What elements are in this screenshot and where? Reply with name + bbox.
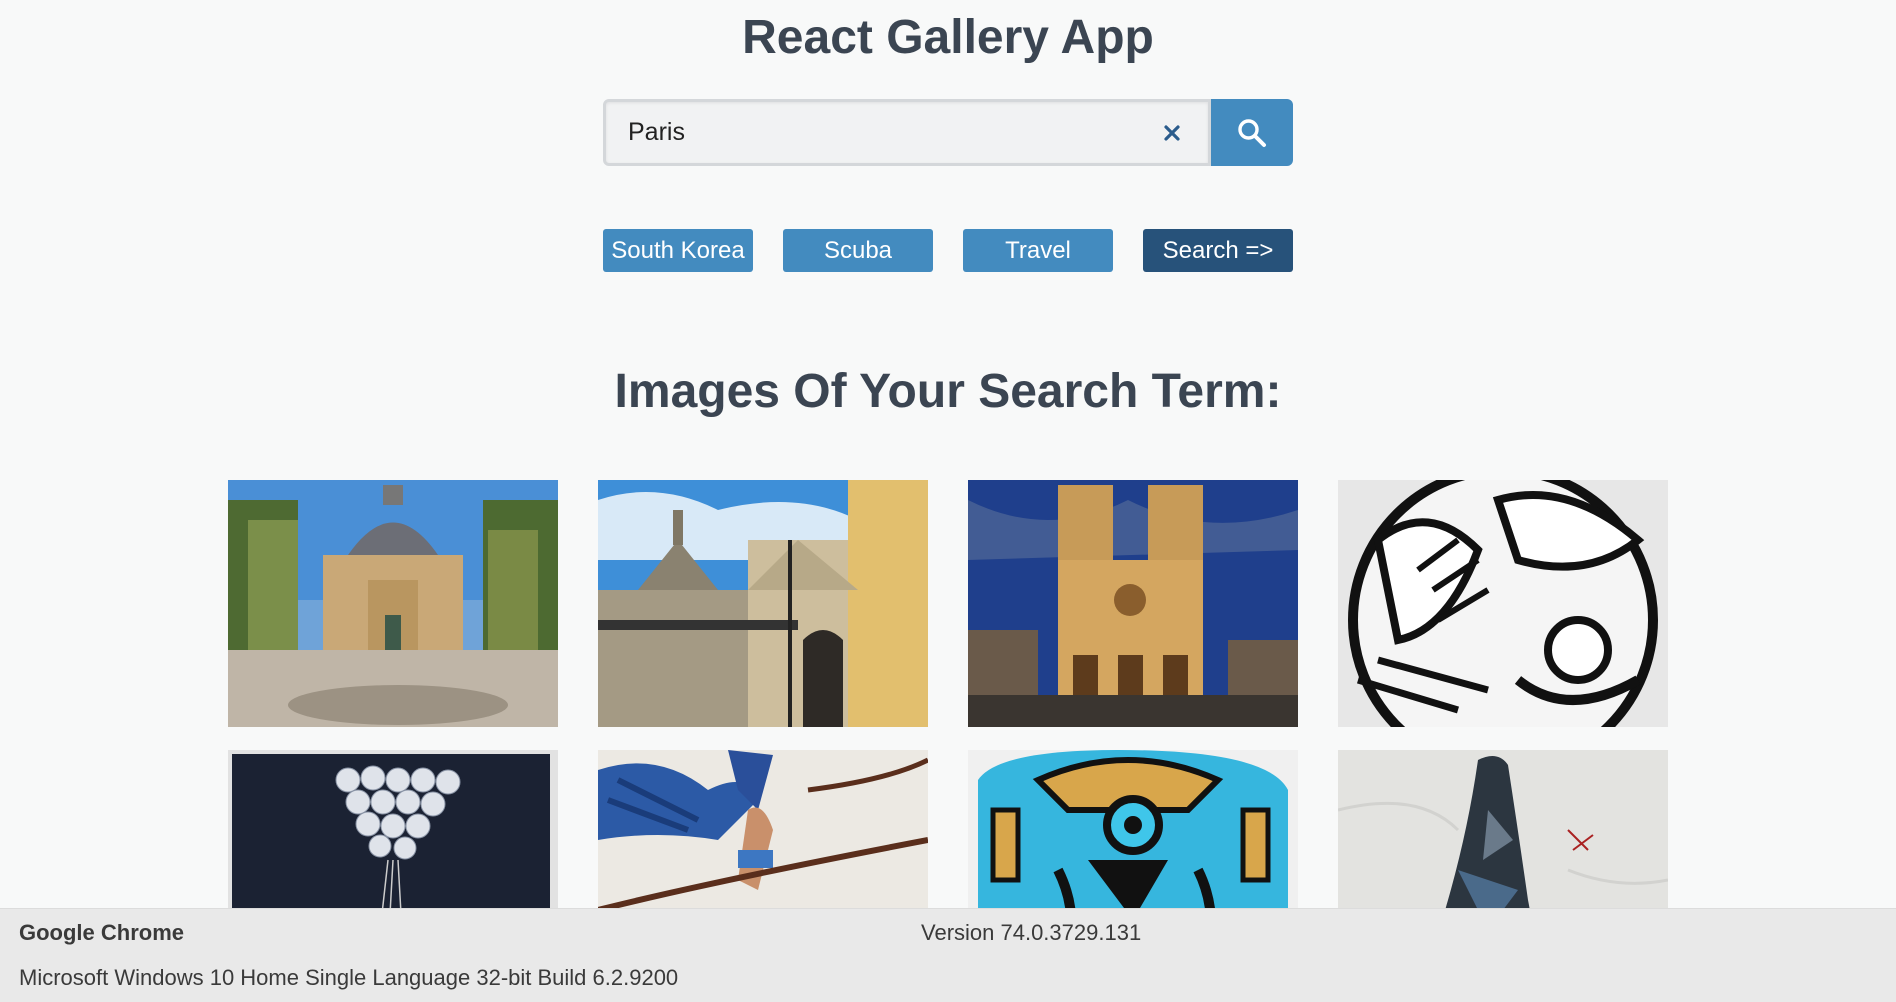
search-icon: [1238, 118, 1266, 147]
gallery-image[interactable]: [968, 480, 1298, 727]
blue-bird-graffiti-photo: [968, 750, 1298, 908]
stencil-figure-art-photo: [1338, 750, 1668, 908]
church-street-photo: [598, 480, 928, 727]
browser-name: Google Chrome: [19, 920, 185, 945]
topic-nav: South Korea Scuba Travel Search =>: [603, 229, 1293, 273]
gallery-image[interactable]: [598, 480, 928, 727]
gallery-image[interactable]: [598, 750, 928, 908]
app-title: React Gallery App: [742, 11, 1154, 64]
icarus-eagle-mural-photo: [598, 750, 928, 908]
tag-scuba[interactable]: Scuba: [783, 229, 933, 272]
tag-search[interactable]: Search =>: [1143, 229, 1293, 272]
gallery-image[interactable]: [228, 750, 558, 908]
black-white-mural-photo: [1338, 480, 1668, 727]
browser-version: Version 74.0.3729.131: [921, 920, 1142, 945]
results-heading: Images Of Your Search Term:: [614, 365, 1282, 418]
gallery-image[interactable]: [968, 750, 1298, 908]
system-info-bar: Google Chrome Version 74.0.3729.131 Micr…: [0, 908, 1896, 1002]
search-field: [603, 99, 1211, 166]
tag-travel[interactable]: Travel: [963, 229, 1113, 272]
tag-south-korea[interactable]: South Korea: [603, 229, 753, 272]
gallery-app: React Gallery App South Korea Scuba Trav…: [0, 0, 1896, 908]
os-info: Microsoft Windows 10 Home Single Languag…: [19, 965, 679, 990]
search-input[interactable]: [628, 102, 1128, 163]
balloons-street-art-photo: [228, 750, 558, 908]
notre-dame-night-photo: [968, 480, 1298, 727]
gallery-image[interactable]: [1338, 480, 1668, 727]
sorbonne-chapel-photo: [228, 480, 558, 727]
search-button[interactable]: [1211, 99, 1293, 166]
search-form: [603, 99, 1293, 166]
gallery-image[interactable]: [228, 480, 558, 727]
close-icon[interactable]: [1158, 119, 1186, 147]
gallery-image[interactable]: [1338, 750, 1668, 908]
